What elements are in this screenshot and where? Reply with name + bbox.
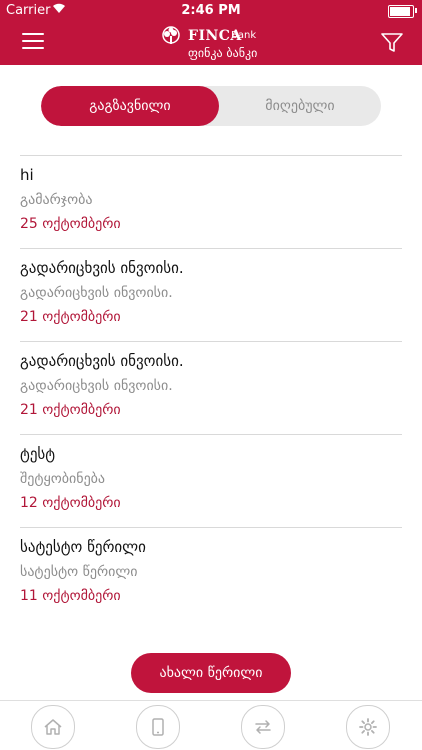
- battery-icon: [388, 5, 414, 18]
- battery-tip: [415, 8, 417, 13]
- tab-mobile[interactable]: [136, 705, 180, 749]
- message-title: ტესტ: [20, 445, 56, 463]
- filter-icon: [381, 33, 403, 52]
- message-item[interactable]: გადარიცხვის ინვოისი. გადარიცხვის ინვოისი…: [20, 248, 402, 341]
- hamburger-icon: [22, 33, 44, 35]
- message-item[interactable]: სატესტო წერილი სატესტო წერილი 11 ოქტომბე…: [20, 527, 402, 620]
- message-date: 21 ოქტომბერი: [20, 402, 121, 418]
- status-time: 2:46 PM: [181, 3, 241, 18]
- message-title: გადარიცხვის ინვოისი.: [20, 259, 184, 277]
- tab-home[interactable]: [31, 705, 75, 749]
- message-date: 11 ოქტომბერი: [20, 588, 121, 604]
- logo-georgian-text: ფინკა ბანკი: [188, 46, 258, 60]
- message-subtitle: შეტყობინება: [20, 471, 106, 487]
- message-title: hi: [20, 166, 34, 184]
- tab-transfers[interactable]: [241, 705, 285, 749]
- status-bar: Carrier 2:46 PM: [0, 0, 422, 22]
- new-message-button[interactable]: ახალი წერილი: [131, 653, 291, 693]
- message-subtitle: გადარიცხვის ინვოისი.: [20, 378, 173, 394]
- message-date: 12 ოქტომბერი: [20, 495, 121, 511]
- tab-settings[interactable]: [346, 705, 390, 749]
- tree-logo-icon: [162, 26, 180, 44]
- bottom-tab-bar: [0, 701, 422, 750]
- message-date: 25 ოქტომბერი: [20, 216, 121, 232]
- home-icon: [44, 719, 62, 735]
- finca-logo: FINCA Bank ფინკა ბანკი: [160, 24, 270, 62]
- tab-sent[interactable]: გაგზავნილი: [41, 86, 219, 126]
- filter-button[interactable]: [380, 30, 404, 54]
- menu-button[interactable]: [22, 33, 44, 51]
- tab-received[interactable]: მიღებული: [219, 86, 381, 126]
- message-date: 21 ოქტომბერი: [20, 309, 121, 325]
- message-title: გადარიცხვის ინვოისი.: [20, 352, 184, 370]
- message-item[interactable]: ტესტ შეტყობინება 12 ოქტომბერი: [20, 434, 402, 527]
- transfer-arrows-icon: [255, 720, 271, 734]
- logo-bank-text: Bank: [231, 30, 257, 41]
- message-subtitle: სატესტო წერილი: [20, 564, 138, 580]
- message-item[interactable]: hi გამარჯობა 25 ოქტომბერი: [20, 155, 402, 248]
- settings-gear-icon: [359, 718, 377, 736]
- message-list: hi გამარჯობა 25 ოქტომბერი გადარიცხვის ინ…: [20, 155, 402, 620]
- message-item[interactable]: გადარიცხვის ინვოისი. გადარიცხვის ინვოისი…: [20, 341, 402, 434]
- message-type-toggle: გაგზავნილი მიღებული: [41, 86, 381, 126]
- message-title: სატესტო წერილი: [20, 538, 146, 556]
- mobile-device-icon: [152, 718, 164, 736]
- message-subtitle: გამარჯობა: [20, 192, 93, 208]
- app-header: Carrier 2:46 PM FINCA Bank ფინკა ბანკი: [0, 0, 422, 65]
- message-subtitle: გადარიცხვის ინვოისი.: [20, 285, 173, 301]
